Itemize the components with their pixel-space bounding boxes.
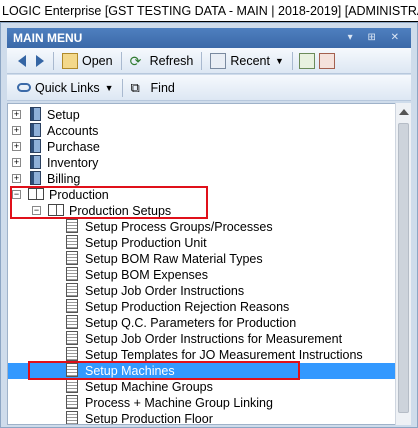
toolbar-secondary: Quick Links ▼ ⧉ Find: [7, 75, 411, 101]
tree-item-purchase[interactable]: + Purchase: [10, 139, 100, 155]
open-icon: [62, 52, 78, 69]
find-label: Find: [150, 80, 175, 95]
expand-icon[interactable]: +: [12, 142, 21, 151]
tree-leaf[interactable]: Setup Production Unit: [66, 235, 207, 251]
tree-item-label: Purchase: [47, 140, 100, 154]
document-icon: [66, 267, 78, 281]
forward-arrow-icon[interactable]: [36, 54, 44, 67]
highlight-box-production: [10, 186, 208, 219]
refresh-button[interactable]: ⟳ Refresh: [126, 50, 198, 72]
book-icon: [30, 171, 41, 185]
tree-leaf-label: Setup Production Rejection Reasons: [85, 300, 290, 314]
tree-leaf-label: Setup Job Order Instructions for Measure…: [85, 332, 343, 346]
document-icon: [66, 283, 78, 297]
expand-icon[interactable]: +: [12, 126, 21, 135]
tree-leaf[interactable]: Setup Machine Groups: [66, 379, 213, 395]
back-arrow-icon[interactable]: [18, 54, 26, 67]
toolbar-separator: [121, 78, 123, 97]
binoculars-icon: ⧉: [130, 79, 140, 95]
document-icon: [66, 315, 78, 329]
recent-button[interactable]: Recent ▼: [206, 50, 288, 72]
open-button[interactable]: Open: [58, 50, 117, 72]
tree-leaf-label: Setup Production Floor: [85, 412, 213, 425]
tree-item-label: Inventory: [47, 156, 99, 170]
tree-leaf-label: Setup Job Order Instructions: [85, 284, 245, 298]
scroll-thumb[interactable]: [398, 123, 409, 413]
book-icon: [30, 123, 41, 137]
tree-leaf-label: Setup Production Unit: [85, 236, 207, 250]
tree-leaf-label: Setup Machine Groups: [85, 380, 213, 394]
toolbar-separator: [120, 51, 122, 70]
menu-tree: + Setup + Accounts + Purchase + Inventor…: [7, 103, 403, 425]
window-title: LOGIC Enterprise [GST TESTING DATA - MAI…: [0, 0, 418, 22]
tree-item-label: Billing: [47, 172, 81, 186]
quick-links-label: Quick Links: [35, 80, 100, 95]
add-document-icon[interactable]: [298, 52, 315, 69]
highlight-box-setup-machines: [28, 361, 300, 380]
document-icon: [66, 379, 78, 393]
tree-item-label: Setup: [47, 108, 80, 122]
chevron-down-icon[interactable]: ▼: [105, 83, 114, 93]
open-label: Open: [82, 53, 113, 68]
panel-controls[interactable]: ▾ ⊞ ✕: [348, 28, 405, 48]
tree-leaf-label: Setup Q.C. Parameters for Production: [85, 316, 297, 330]
tree-leaf-label: Setup Templates for JO Measurement Instr…: [85, 348, 363, 362]
tree-scrollbar[interactable]: [395, 103, 411, 425]
main-menu-title: MAIN MENU: [13, 31, 83, 45]
tree-leaf-label: Process + Machine Group Linking: [85, 396, 273, 410]
tree-leaf-label: Setup BOM Expenses: [85, 268, 208, 282]
remove-document-icon[interactable]: [318, 52, 335, 69]
document-icon: [66, 395, 78, 409]
tree-item-setup[interactable]: + Setup: [10, 107, 80, 123]
tree-leaf[interactable]: Setup BOM Expenses: [66, 267, 208, 283]
link-icon: [17, 83, 31, 92]
toolbar-separator: [53, 51, 54, 70]
document-icon: [66, 251, 78, 265]
tree-item-inventory[interactable]: + Inventory: [10, 155, 98, 171]
recent-icon: [210, 52, 227, 69]
book-icon: [30, 107, 41, 121]
book-icon: [30, 139, 41, 153]
toolbar-separator: [291, 51, 293, 70]
toolbar-primary: Open ⟳ Refresh Recent ▼: [7, 48, 411, 74]
refresh-label: Refresh: [149, 53, 194, 68]
expand-icon[interactable]: +: [12, 174, 21, 183]
expand-icon[interactable]: +: [12, 110, 21, 119]
book-icon: [30, 155, 41, 169]
tree-leaf[interactable]: Setup Job Order Instructions for Measure…: [66, 331, 342, 347]
tree-leaf[interactable]: Setup Production Rejection Reasons: [66, 299, 289, 315]
tree-leaf[interactable]: Setup Production Floor: [66, 411, 213, 425]
document-icon: [66, 347, 78, 361]
document-icon: [66, 299, 78, 313]
expand-icon[interactable]: +: [12, 158, 21, 167]
tree-item-label: Accounts: [47, 124, 99, 138]
document-icon: [66, 235, 78, 249]
main-menu-header: MAIN MENU ▾ ⊞ ✕: [7, 28, 411, 48]
tree-leaf[interactable]: Setup Q.C. Parameters for Production: [66, 315, 296, 331]
tree-leaf[interactable]: Setup Process Groups/Processes: [66, 219, 273, 235]
scroll-up-icon[interactable]: [399, 109, 409, 115]
tree-leaf-label: Setup BOM Raw Material Types: [85, 252, 263, 266]
refresh-icon: ⟳: [129, 52, 142, 69]
tree-item-billing[interactable]: + Billing: [10, 171, 80, 187]
document-icon: [66, 411, 78, 424]
quick-links-button[interactable]: Quick Links ▼: [13, 77, 118, 99]
tree-item-accounts[interactable]: + Accounts: [10, 123, 98, 139]
toolbar-separator: [201, 51, 203, 70]
document-icon: [66, 331, 78, 345]
find-button[interactable]: ⧉ Find: [127, 77, 179, 99]
main-menu-panel: MAIN MENU ▾ ⊞ ✕ Open ⟳ Refresh Recent ▼ …: [0, 22, 418, 428]
tree-leaf[interactable]: Setup Job Order Instructions: [66, 283, 244, 299]
chevron-down-icon[interactable]: ▼: [275, 56, 284, 66]
tree-leaf-label: Setup Process Groups/Processes: [85, 220, 273, 234]
tree-leaf[interactable]: Setup BOM Raw Material Types: [66, 251, 263, 267]
document-icon: [66, 219, 78, 233]
tree-leaf[interactable]: Process + Machine Group Linking: [66, 395, 273, 411]
recent-label: Recent: [230, 53, 270, 68]
